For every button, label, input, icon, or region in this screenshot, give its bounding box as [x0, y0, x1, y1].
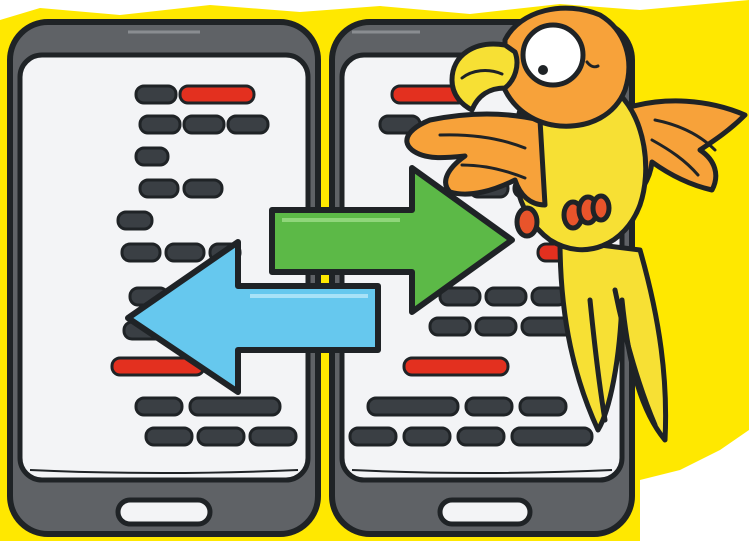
left-phone-home-button[interactable] — [115, 497, 213, 527]
code-block-dark — [484, 286, 528, 307]
code-block-dark — [138, 114, 182, 135]
code-block-dark — [366, 396, 460, 417]
right-phone-home-button[interactable] — [437, 497, 533, 527]
code-block-dark — [138, 178, 180, 199]
parrot-foot — [590, 193, 612, 223]
code-block-dark — [248, 426, 298, 447]
illustration-svg — [0, 0, 749, 541]
parrot-foot — [514, 205, 540, 239]
code-block-dark — [188, 396, 282, 417]
code-block-dark — [348, 426, 398, 447]
code-block-dark — [182, 114, 226, 135]
code-block-dark — [456, 426, 506, 447]
code-block-dark — [144, 426, 194, 447]
code-block-dark — [464, 396, 514, 417]
code-block-red — [402, 356, 510, 377]
code-block-dark — [120, 242, 162, 263]
parrot-eye — [520, 22, 586, 88]
code-block-dark — [182, 178, 224, 199]
parrot-pupil — [538, 65, 548, 75]
code-block-dark — [164, 242, 206, 263]
code-block-dark — [226, 114, 270, 135]
code-block-dark — [518, 396, 568, 417]
illustration-canvas — [0, 0, 749, 541]
code-block-dark — [510, 426, 594, 447]
code-block-dark — [474, 316, 518, 337]
left-phone — [7, 19, 321, 537]
code-block-dark — [196, 426, 246, 447]
code-block-red — [178, 84, 256, 105]
code-block-dark — [402, 426, 452, 447]
code-block-dark — [134, 146, 170, 167]
code-block-dark — [134, 396, 184, 417]
code-block-dark — [134, 84, 178, 105]
code-block-dark — [116, 210, 154, 231]
code-block-dark — [428, 316, 472, 337]
